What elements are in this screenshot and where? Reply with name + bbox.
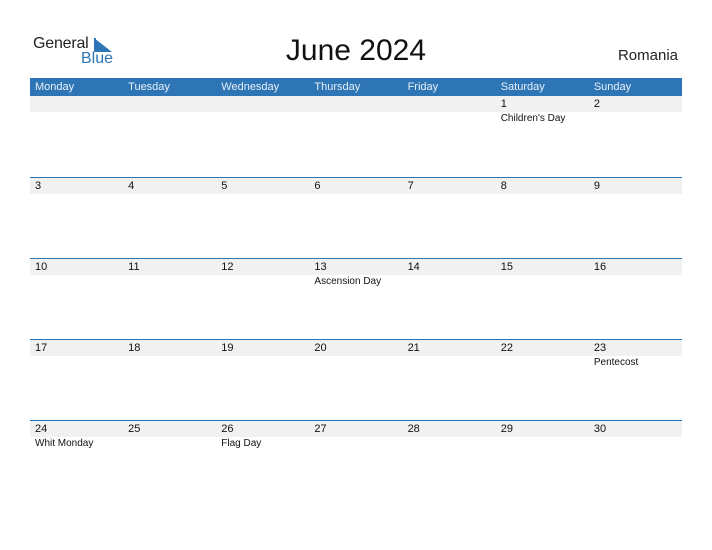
holiday-label: Children's Day — [500, 113, 566, 124]
day-number: 1 — [500, 98, 507, 110]
event-row: Ascension Day — [30, 275, 682, 289]
day-number: 14 — [407, 261, 420, 273]
day-number: 16 — [593, 261, 607, 273]
holiday-label — [309, 112, 402, 126]
day-number: 21 — [407, 342, 420, 354]
country-label: Romania — [617, 47, 678, 64]
holiday-label: Whit Monday — [35, 438, 94, 449]
event-row: Children's Day — [30, 112, 682, 126]
holiday-label — [216, 356, 309, 370]
calendar-week: 1 2 Children's Day — [30, 96, 682, 177]
day-number: 22 — [500, 342, 513, 354]
holiday-label — [216, 275, 309, 289]
day-number: 24 — [35, 423, 48, 435]
day-number: 26 — [221, 423, 234, 435]
day-number: 8 — [500, 180, 507, 192]
weekday-wednesday: Wednesday — [221, 81, 280, 93]
calendar-week: 10 11 12 13 14 15 16 Ascension Day — [30, 258, 682, 339]
day-number: 18 — [128, 342, 141, 354]
weekday-thursday: Thursday — [314, 81, 361, 93]
weekday-tuesday: Tuesday — [128, 81, 170, 93]
holiday-label — [403, 112, 496, 126]
holiday-label — [496, 356, 589, 370]
holiday-label — [403, 356, 496, 370]
holiday-label — [30, 275, 123, 289]
holiday-label — [403, 275, 496, 289]
day-number: 15 — [500, 261, 513, 273]
calendar-week: 24 25 26 27 28 29 30 Whit Monday Flag Day — [30, 420, 682, 501]
holiday-label: Ascension Day — [314, 276, 382, 287]
day-number: 4 — [128, 180, 135, 192]
day-number — [309, 96, 402, 112]
day-number — [123, 96, 216, 112]
holiday-label — [123, 275, 216, 289]
holiday-label — [123, 112, 216, 126]
event-row: Pentecost — [30, 356, 682, 370]
day-number-row: 3 4 5 6 7 8 9 — [30, 178, 682, 194]
day-number-row: 17 18 19 20 21 22 23 — [30, 340, 682, 356]
holiday-label — [496, 275, 589, 289]
day-number: 19 — [221, 342, 234, 354]
holiday-label: Pentecost — [593, 357, 639, 368]
day-number: 17 — [35, 342, 48, 354]
day-number — [216, 96, 309, 112]
day-number — [30, 96, 123, 112]
day-number: 27 — [314, 423, 327, 435]
day-number: 29 — [500, 423, 513, 435]
holiday-label — [496, 437, 589, 451]
calendar-week: 3 4 5 6 7 8 9 — [30, 177, 682, 258]
holiday-label — [403, 437, 496, 451]
weekday-saturday: Saturday — [500, 81, 545, 93]
calendar-title: June 2024 — [285, 34, 427, 67]
day-number: 10 — [35, 261, 48, 273]
day-number: 3 — [35, 180, 42, 192]
day-number: 13 — [314, 261, 327, 273]
holiday-label — [309, 356, 402, 370]
day-number-row: 24 25 26 27 28 29 30 — [30, 421, 682, 437]
weekday-sunday: Sunday — [593, 81, 632, 93]
weekday-monday: Monday — [35, 81, 75, 93]
holiday-label: Flag Day — [221, 438, 262, 449]
holiday-label — [30, 356, 123, 370]
day-number-row: 12 — [30, 96, 682, 112]
day-number: 25 — [128, 423, 141, 435]
event-row: Whit Monday Flag Day — [30, 437, 682, 451]
day-number: 6 — [314, 180, 321, 192]
holiday-label — [309, 437, 402, 451]
holiday-label — [589, 112, 682, 126]
holiday-label — [30, 112, 123, 126]
day-number: 5 — [221, 180, 228, 192]
day-number-row: 10 11 12 13 14 15 16 — [30, 259, 682, 275]
day-number: 2 — [593, 98, 600, 110]
calendar-grid: Monday Tuesday Wednesday Thursday Friday… — [30, 78, 682, 501]
day-number: 7 — [407, 180, 414, 192]
holiday-label — [123, 356, 216, 370]
day-number: 23 — [593, 342, 607, 354]
holiday-label — [589, 437, 682, 451]
calendar-week: 17 18 19 20 21 22 23 Pentecost — [30, 339, 682, 420]
day-number: 20 — [314, 342, 327, 354]
holiday-label — [216, 112, 309, 126]
day-number: 30 — [593, 423, 607, 435]
day-number — [403, 96, 496, 112]
holiday-label — [123, 437, 216, 451]
day-number: 28 — [407, 423, 420, 435]
day-number: 12 — [221, 261, 234, 273]
day-number: 11 — [128, 261, 140, 273]
day-number: 9 — [593, 180, 600, 192]
holiday-label — [589, 275, 682, 289]
weekday-friday: Friday — [407, 81, 439, 93]
weekday-header: Monday Tuesday Wednesday Thursday Friday… — [30, 78, 682, 96]
